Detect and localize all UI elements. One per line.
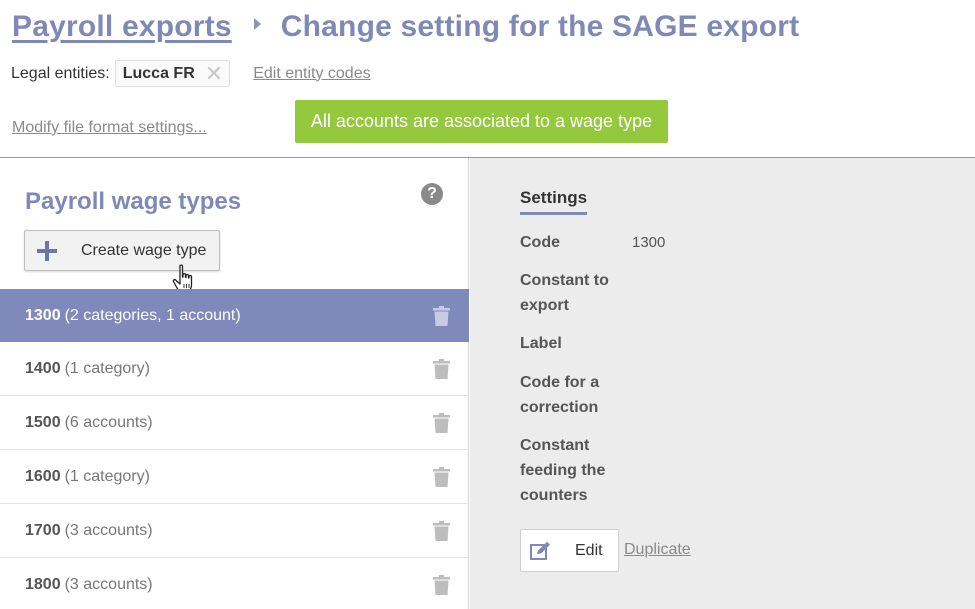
modify-file-format-link[interactable]: Modify file format settings... [12, 119, 207, 137]
breadcrumb-separator-icon [253, 18, 261, 30]
duplicate-link[interactable]: Duplicate [624, 541, 691, 559]
wage-type-list: 1300 (2 categories, 1 account) 1400 (1 cate… [0, 289, 469, 609]
wage-type-detail: (1 category) [64, 359, 150, 377]
wage-type-code: 1700 [25, 521, 61, 539]
remove-entity-close-icon[interactable]: ✕ [205, 62, 223, 85]
wage-type-code: 1300 [25, 306, 61, 324]
trash-icon[interactable] [433, 575, 450, 595]
legal-entity-name: Lucca FR [122, 64, 195, 82]
wage-type-code: 1600 [25, 467, 61, 485]
wage-type-code: 1800 [25, 575, 61, 593]
trash-icon[interactable] [433, 467, 450, 487]
wage-types-panel: Payroll wage types ? Create wage type 13… [0, 158, 469, 609]
wage-type-row[interactable]: 1400 (1 category) [0, 342, 469, 396]
wage-type-detail: (6 accounts) [64, 413, 153, 431]
create-wage-type-label: Create wage type [81, 241, 207, 259]
field-constant-to-export-label: Constant to export [520, 272, 609, 314]
breadcrumb-payroll-exports-link[interactable]: Payroll exports [12, 10, 232, 44]
page-header: Payroll exports Change setting for the S… [0, 0, 975, 157]
field-code: Code 1300 [520, 230, 665, 255]
wage-type-row[interactable]: 1700 (3 accounts) [0, 504, 469, 558]
panel-title: Payroll wage types [25, 188, 242, 215]
edit-entity-codes-link[interactable]: Edit entity codes [253, 65, 370, 83]
wage-type-row[interactable]: 1600 (1 category) [0, 450, 469, 504]
field-constant-to-export: Constant to export [520, 268, 620, 318]
wage-type-detail: (3 accounts) [64, 575, 153, 593]
tab-settings[interactable]: Settings [520, 188, 588, 215]
wage-type-row[interactable]: 1500 (6 accounts) [0, 396, 469, 450]
field-label-label: Label [520, 335, 562, 352]
trash-icon[interactable] [433, 413, 450, 433]
field-correction-code: Code for a correction [520, 370, 620, 420]
edit-button[interactable]: Edit [520, 529, 619, 572]
wage-type-code: 1500 [25, 413, 61, 431]
field-label: Label [520, 331, 620, 356]
trash-icon[interactable] [433, 359, 450, 379]
edit-pencil-icon [530, 541, 550, 560]
wage-type-code: 1400 [25, 359, 61, 377]
wage-type-row[interactable]: 1300 (2 categories, 1 account) [0, 289, 469, 342]
page-title: Change setting for the SAGE export [280, 10, 800, 43]
wage-type-detail: (1 category) [64, 467, 150, 485]
trash-icon[interactable] [433, 521, 450, 541]
wage-type-detail: (3 accounts) [64, 521, 153, 539]
legal-entities-label: Legal entities: [11, 64, 110, 82]
field-code-value: 1300 [632, 234, 666, 251]
settings-panel: Settings Code 1300 Constant to export La… [470, 158, 975, 609]
field-counters-constant-label: Constant feeding the counters [520, 437, 606, 504]
status-banner: All accounts are associated to a wage ty… [295, 100, 668, 143]
trash-icon[interactable] [433, 306, 450, 326]
field-code-label: Code [520, 234, 560, 251]
wage-type-row[interactable]: 1800 (3 accounts) [0, 558, 469, 609]
wage-type-detail: (2 categories, 1 account) [64, 306, 241, 324]
legal-entities-row: Legal entities: Lucca FR ✕ Edit entity c… [11, 60, 371, 87]
legal-entity-chip: Lucca FR ✕ [114, 60, 231, 87]
question-circle-icon[interactable]: ? [421, 183, 443, 205]
field-correction-code-label: Code for a correction [520, 374, 600, 416]
edit-label: Edit [575, 541, 603, 559]
field-counters-constant: Constant feeding the counters [520, 433, 620, 508]
plus-icon [37, 240, 57, 261]
breadcrumb: Payroll exports Change setting for the S… [12, 10, 799, 44]
